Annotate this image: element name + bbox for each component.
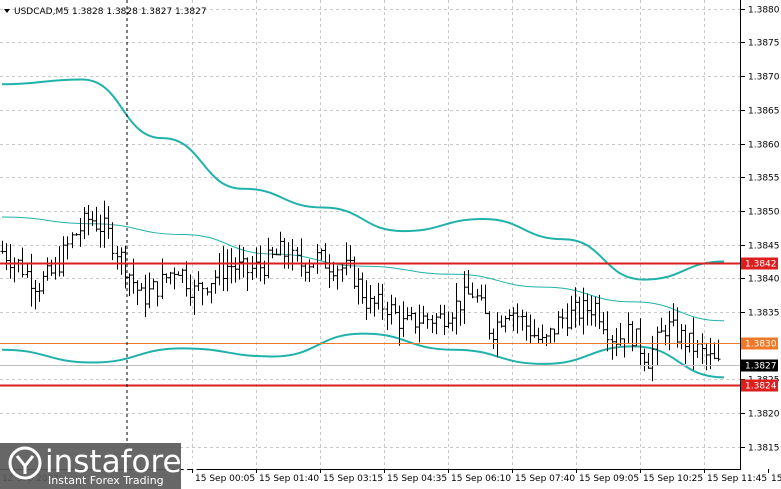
price-tick-label: 1.3855	[748, 174, 780, 184]
price-tick-label: 1.3820	[748, 410, 780, 420]
price-tick-label: 1.3845	[748, 242, 780, 252]
watermark-tagline: Instant Forex Trading	[48, 474, 164, 487]
time-tick-label: 15 Sep 01:40	[259, 474, 319, 484]
level-price-label: 1.3830	[745, 340, 777, 350]
price-tick-label: 1.3880	[748, 6, 780, 16]
time-tick-label: 15 Sep 13:05	[771, 474, 781, 484]
time-tick-label: 15 Sep 10:25	[643, 474, 703, 484]
chart-background	[0, 0, 781, 489]
symbol-label: USDCAD,M5	[14, 7, 69, 17]
time-tick-label: 15 Sep 11:45	[707, 474, 767, 484]
level-price-label: 1.3824	[745, 382, 777, 392]
time-tick-label: 15 Sep 04:35	[387, 474, 447, 484]
ohlc-label: 1.3828 1.3828 1.3827 1.3827	[72, 7, 207, 17]
price-tick-label: 1.3850	[748, 208, 780, 218]
instaforex-watermark: instaforex Instant Forex Trading	[0, 443, 199, 489]
price-tick-label: 1.3835	[748, 309, 780, 319]
price-tick-label: 1.3865	[748, 107, 780, 117]
price-tick-label: 1.3815	[748, 444, 780, 454]
chart-window[interactable]: 1.3880 1.3875 1.3870 1.3865 1.3860 1.3855 1.38…	[0, 0, 781, 489]
chart-header: USDCAD,M5 1.3828 1.3828 1.3827 1.3827	[4, 7, 207, 17]
price-tick-label: 1.3860	[748, 141, 780, 151]
price-tick-label: 1.3840	[748, 275, 780, 285]
time-tick-label: 15 Sep 00:05	[195, 474, 255, 484]
current-price-label: 1.3827	[745, 362, 777, 372]
price-chart[interactable]: 1.3880 1.3875 1.3870 1.3865 1.3860 1.3855 1.38…	[0, 0, 781, 489]
price-tick-label: 1.3870	[748, 73, 780, 83]
time-tick-label: 15 Sep 06:10	[451, 474, 511, 484]
level-price-label: 1.3842	[745, 260, 777, 270]
time-tick-label: 15 Sep 03:15	[323, 474, 383, 484]
time-tick-label: 15 Sep 09:05	[579, 474, 639, 484]
price-tick-label: 1.3875	[748, 39, 780, 49]
time-tick-label: 15 Sep 07:40	[515, 474, 575, 484]
